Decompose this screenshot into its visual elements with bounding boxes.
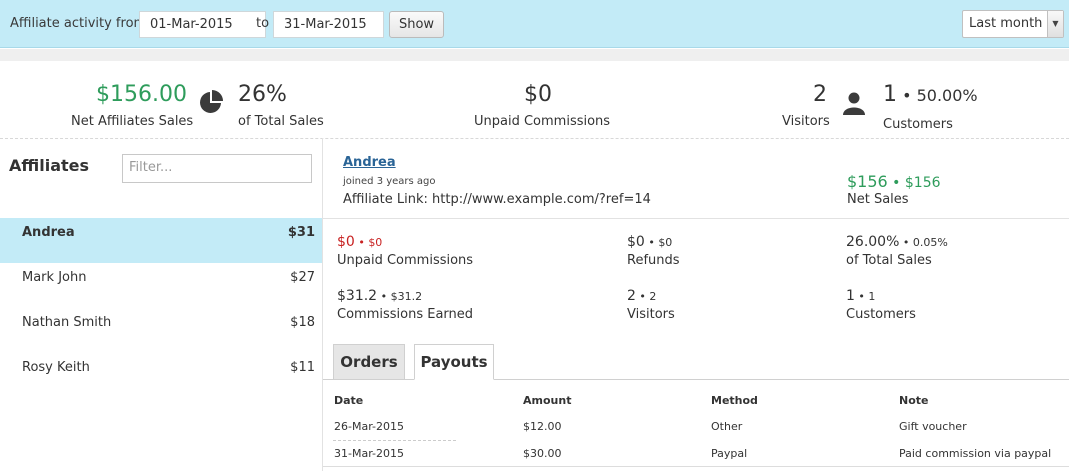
affiliate-amount: $11 — [290, 360, 315, 375]
show-button[interactable]: Show — [389, 11, 444, 38]
affiliate-detail-name-link[interactable]: Andrea — [343, 155, 396, 170]
table-bottom-border — [323, 466, 1069, 467]
stat-customers-value: 1 • 1 — [846, 288, 876, 304]
row-divider — [333, 440, 456, 441]
stat-main: $0 — [337, 234, 355, 250]
net-sales-label: Net Affiliates Sales — [71, 114, 194, 129]
separator-band — [0, 49, 1069, 61]
stat-sub: $31.2 — [390, 290, 423, 303]
user-icon — [843, 92, 865, 115]
unpaid-commissions-value: $0 — [524, 82, 552, 107]
stat-refunds-label: Refunds — [627, 253, 680, 268]
percent-total-label: of Total Sales — [238, 114, 324, 129]
unpaid-commissions-label: Unpaid Commissions — [474, 114, 611, 129]
stat-earned-value: $31.2 • $31.2 — [337, 288, 423, 304]
affiliate-name: Mark John — [22, 270, 87, 285]
stat-main: 2 — [627, 288, 636, 304]
chevron-down-icon[interactable]: ▼ — [1047, 11, 1063, 37]
period-select[interactable]: Last month ▼ — [962, 10, 1064, 38]
customers-value: 1 • 50.00% — [883, 82, 978, 107]
cell-amount: $12.00 — [523, 420, 562, 433]
affiliate-filter-input[interactable]: Filter... — [122, 154, 312, 183]
to-date-input[interactable]: 31-Mar-2015 — [273, 11, 384, 38]
affiliate-list: Andrea $31 Mark John $27 Nathan Smith $1… — [0, 218, 323, 398]
stat-unpaid-label: Unpaid Commissions — [337, 253, 474, 268]
net-sales-value: $156.00 — [96, 82, 187, 107]
stat-unpaid-value: $0 • $0 — [337, 234, 383, 250]
affiliate-item-andrea[interactable]: Andrea $31 — [0, 218, 323, 263]
customers-label: Customers — [883, 117, 953, 132]
affiliate-joined: joined 3 years ago — [343, 176, 436, 187]
net-sales-sub: $156 — [904, 175, 941, 191]
column-header-method: Method — [711, 394, 758, 407]
column-header-amount: Amount — [523, 394, 572, 407]
stat-visitors-label: Visitors — [627, 307, 675, 322]
stat-percent-value: 26.00% • 0.05% — [846, 234, 948, 250]
tab-payouts[interactable]: Payouts — [414, 344, 494, 380]
column-header-date: Date — [334, 394, 364, 407]
detail-net-sales-value: $156 • $156 — [847, 172, 941, 191]
stat-main: 1 — [846, 288, 855, 304]
affiliate-link: Affiliate Link: http://www.example.com/?… — [343, 192, 651, 207]
cell-date: 31-Mar-2015 — [334, 447, 404, 460]
affiliate-amount: $27 — [290, 270, 315, 285]
divider — [323, 218, 1069, 219]
stat-main: $31.2 — [337, 288, 378, 304]
percent-total-value: 26% — [238, 82, 287, 107]
customers-count: 1 — [883, 82, 897, 107]
cell-method: Other — [711, 420, 743, 433]
stat-sub: 0.05% — [912, 236, 948, 249]
cell-note: Paid commission via paypal — [899, 447, 1052, 460]
affiliate-item-rosy-keith[interactable]: Rosy Keith $11 — [0, 353, 323, 398]
cell-amount: $30.00 — [523, 447, 562, 460]
stat-earned-label: Commissions Earned — [337, 307, 474, 322]
stat-main: 26.00% — [846, 234, 900, 250]
column-header-note: Note — [899, 394, 929, 407]
to-label: to — [256, 16, 270, 31]
period-selected-value: Last month — [969, 16, 1043, 31]
from-date-input[interactable]: 01-Mar-2015 — [139, 11, 266, 38]
stat-percent-label: of Total Sales — [846, 253, 932, 268]
stat-sub: 1 — [868, 290, 876, 303]
pie-chart-icon — [200, 90, 223, 113]
tab-orders[interactable]: Orders — [333, 344, 405, 380]
stat-refunds-value: $0 • $0 — [627, 234, 673, 250]
stat-sub: $0 — [658, 236, 673, 249]
stat-sub: $0 — [368, 236, 383, 249]
affiliate-name: Rosy Keith — [22, 360, 90, 375]
net-sales-main: $156 — [847, 172, 888, 191]
affiliate-name: Nathan Smith — [22, 315, 112, 330]
stat-main: $0 — [627, 234, 645, 250]
visitors-value: 2 — [813, 82, 827, 107]
column-divider — [322, 138, 323, 471]
customers-percent: 50.00% — [916, 86, 978, 105]
affiliate-item-nathan-smith[interactable]: Nathan Smith $18 — [0, 308, 323, 353]
stat-visitors-value: 2 • 2 — [627, 288, 657, 304]
filter-label: Affiliate activity from — [10, 16, 147, 31]
affiliates-title: Affiliates — [9, 156, 90, 175]
stat-customers-label: Customers — [846, 307, 916, 322]
filter-bar: Affiliate activity from 01-Mar-2015 to 3… — [0, 0, 1069, 48]
visitors-label: Visitors — [782, 114, 830, 129]
affiliate-name: Andrea — [22, 225, 75, 240]
affiliate-amount: $18 — [290, 315, 315, 330]
cell-date: 26-Mar-2015 — [334, 420, 404, 433]
cell-method: Paypal — [711, 447, 748, 460]
summary-divider — [0, 138, 1069, 139]
cell-note: Gift voucher — [899, 420, 967, 433]
affiliate-amount: $31 — [287, 225, 315, 240]
stat-sub: 2 — [649, 290, 657, 303]
affiliate-item-mark-john[interactable]: Mark John $27 — [0, 263, 323, 308]
detail-net-sales-label: Net Sales — [847, 192, 909, 207]
